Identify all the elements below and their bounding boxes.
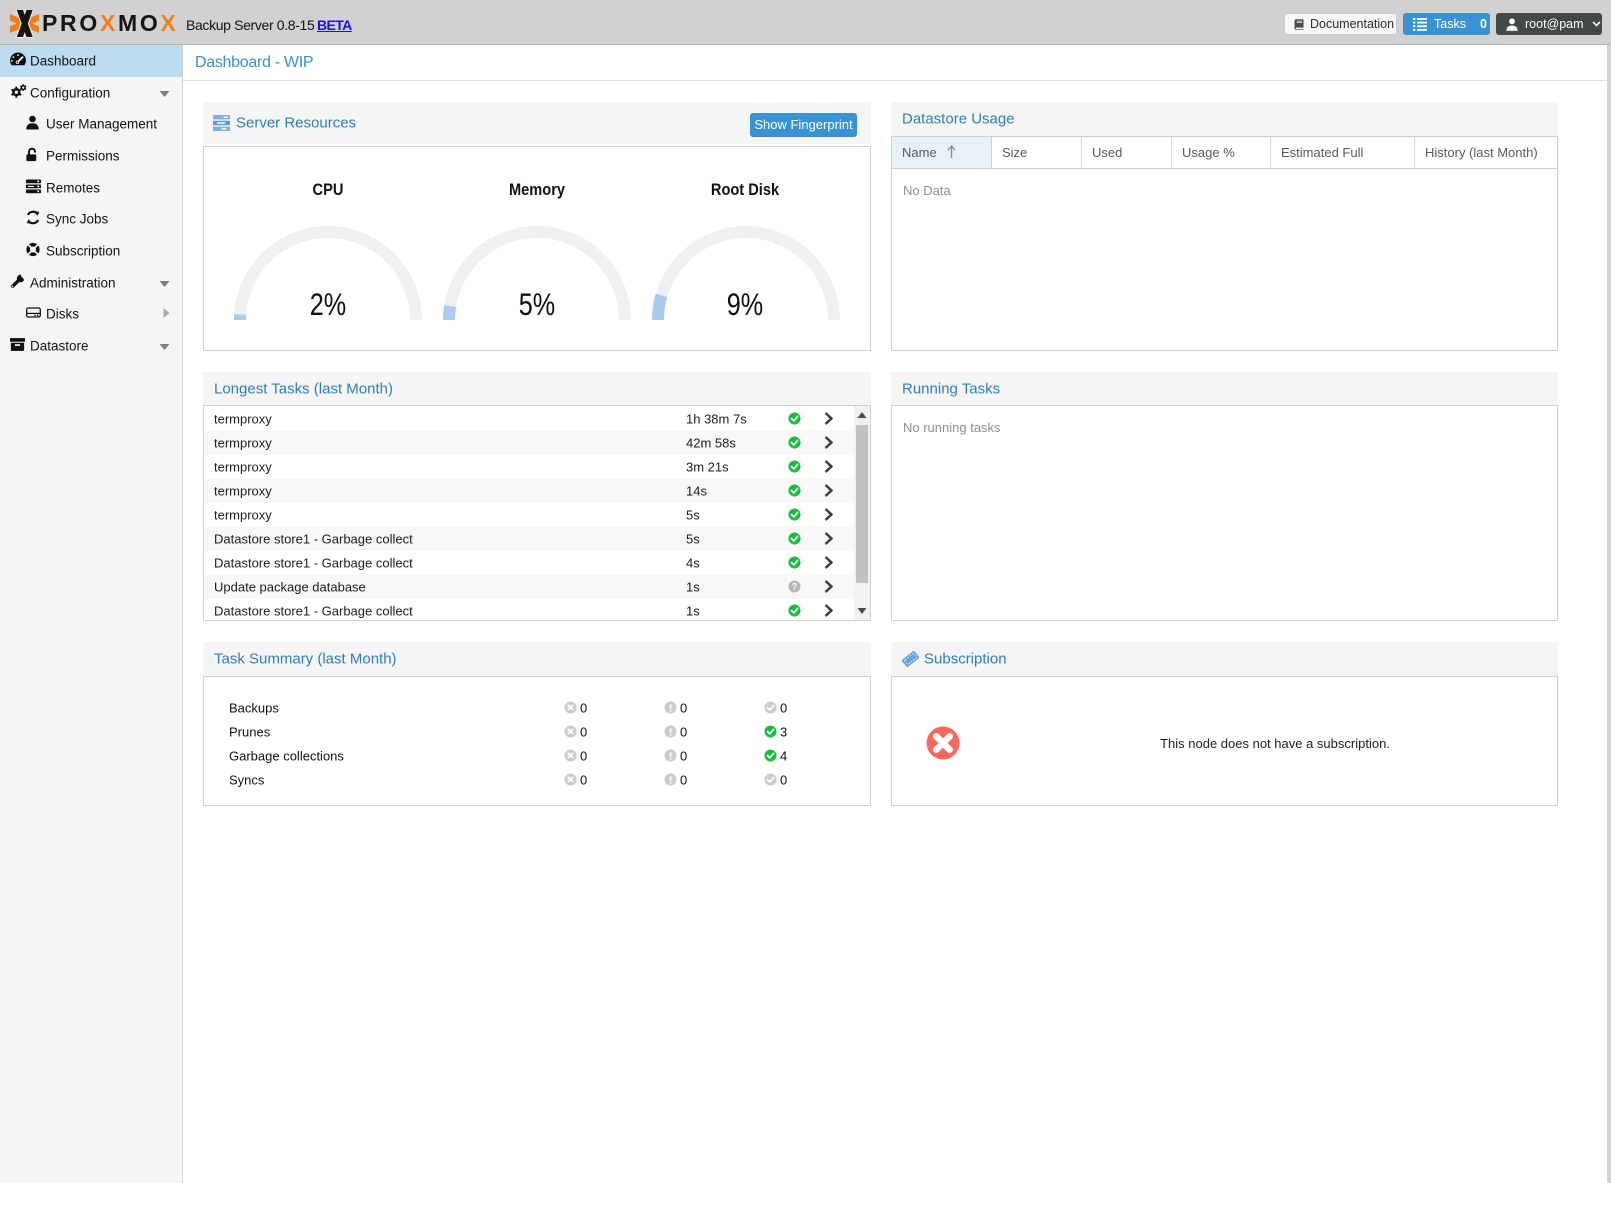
svg-text:?: ?: [792, 581, 797, 591]
